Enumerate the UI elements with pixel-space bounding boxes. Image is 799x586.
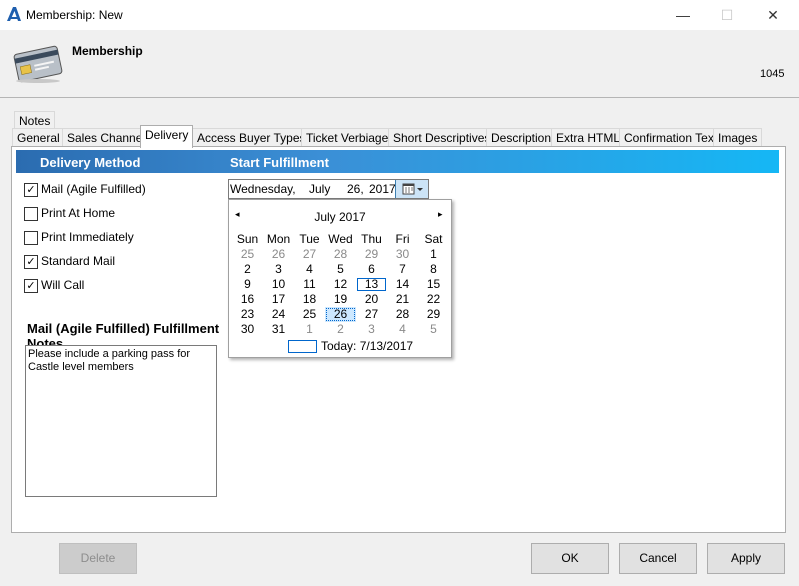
- fulfillment-notes-heading: Mail (Agile Fulfilled) Fulfillment Notes: [27, 321, 220, 345]
- tab-access-buyer-types[interactable]: Access Buyer Types: [192, 128, 311, 147]
- calendar-day[interactable]: 2: [325, 322, 356, 337]
- checkbox-label: Print Immediately: [41, 230, 134, 244]
- today-link[interactable]: Today: 7/13/2017: [321, 339, 413, 353]
- fulfillment-notes-textarea[interactable]: Please include a parking pass for Castle…: [25, 345, 217, 497]
- window-title: Membership: New: [26, 8, 123, 22]
- calendar-day[interactable]: 14: [387, 277, 418, 292]
- calendar-day[interactable]: 27: [356, 307, 387, 322]
- calendar-day-today[interactable]: 13: [356, 277, 387, 292]
- date-day-of-week[interactable]: Wednesday,: [230, 182, 296, 196]
- tab-ticket-verbiage[interactable]: Ticket Verbiage: [301, 128, 394, 147]
- weekday-header: Thu: [361, 232, 382, 246]
- delete-button[interactable]: Delete: [59, 543, 137, 574]
- checkbox-label: Print At Home: [41, 206, 116, 220]
- tab-images[interactable]: Images: [713, 128, 763, 147]
- calendar-day[interactable]: 21: [387, 292, 418, 307]
- calendar-day[interactable]: 1: [294, 322, 325, 337]
- calendar-day[interactable]: 22: [418, 292, 449, 307]
- calendar-day[interactable]: 28: [387, 307, 418, 322]
- calendar-month-label[interactable]: July 2017: [229, 210, 451, 224]
- calendar-day[interactable]: 3: [356, 322, 387, 337]
- calendar-day[interactable]: 18: [294, 292, 325, 307]
- calendar-day[interactable]: 26: [263, 247, 294, 262]
- tab-delivery[interactable]: Delivery: [140, 125, 194, 148]
- tab-sales-channel[interactable]: Sales Channel: [62, 128, 151, 147]
- weekday-header: Mon: [266, 232, 291, 246]
- calendar-day[interactable]: 30: [232, 322, 263, 337]
- calendar-day[interactable]: 4: [387, 322, 418, 337]
- apply-button[interactable]: Apply: [707, 543, 785, 574]
- calendar-day[interactable]: 7: [387, 262, 418, 277]
- calendar-day-selected[interactable]: 26: [325, 307, 356, 322]
- record-id: 1045: [760, 68, 785, 80]
- calendar-day[interactable]: 8: [418, 262, 449, 277]
- checkbox-label: Standard Mail: [41, 254, 116, 268]
- ok-button[interactable]: OK: [531, 543, 609, 574]
- calendar-day[interactable]: 12: [325, 277, 356, 292]
- calendar-day[interactable]: 2: [232, 262, 263, 277]
- calendar-day[interactable]: 5: [325, 262, 356, 277]
- calendar-day[interactable]: 10: [263, 277, 294, 292]
- weekday-header: Wed: [328, 232, 353, 246]
- calendar-day[interactable]: 15: [418, 277, 449, 292]
- calendar-day[interactable]: 25: [294, 307, 325, 322]
- tab-extra-html[interactable]: Extra HTML: [551, 128, 626, 147]
- calendar-day[interactable]: 20: [356, 292, 387, 307]
- calendar-day[interactable]: 29: [356, 247, 387, 262]
- calendar-day[interactable]: 9: [232, 277, 263, 292]
- checkbox-box[interactable]: ✓: [24, 279, 38, 293]
- start-fulfillment-header: Start Fulfillment: [230, 155, 329, 170]
- calendar-day[interactable]: 5: [418, 322, 449, 337]
- checkbox-box[interactable]: ✓: [24, 255, 38, 269]
- calendar-day[interactable]: 23: [232, 307, 263, 322]
- next-month-icon[interactable]: ▸: [438, 209, 443, 220]
- date-year[interactable]: 2017: [369, 182, 396, 196]
- calendar-day[interactable]: 24: [263, 307, 294, 322]
- today-marker-icon[interactable]: [288, 340, 317, 353]
- membership-card-icon: [13, 45, 63, 83]
- weekday-header: Fri: [395, 232, 410, 246]
- checkbox-label: Mail (Agile Fulfilled): [41, 182, 146, 196]
- calendar-grid: Sun Mon Tue Wed Thu Fri Sat 25 26 27 28 …: [232, 232, 449, 337]
- cancel-button[interactable]: Cancel: [619, 543, 697, 574]
- calendar-day[interactable]: 31: [263, 322, 294, 337]
- delivery-method-header: Delivery Method: [40, 155, 141, 170]
- fulfillment-notes-text: Please include a parking pass for Castle…: [28, 348, 191, 373]
- calendar-day[interactable]: 25: [232, 247, 263, 262]
- checkbox-box[interactable]: [24, 207, 38, 221]
- tab-confirmation-text[interactable]: Confirmation Text: [619, 128, 723, 147]
- calendar-day[interactable]: 29: [418, 307, 449, 322]
- calendar-popup: ◂ July 2017 ▸ Sun Mon Tue Wed Thu Fri Sa…: [228, 199, 452, 358]
- start-fulfillment-date-picker[interactable]: Wednesday, July 26, 2017: [228, 179, 429, 199]
- checkbox-box[interactable]: ✓: [24, 183, 38, 197]
- close-button[interactable]: ✕: [750, 0, 796, 30]
- tab-general[interactable]: General: [12, 128, 65, 147]
- tab-short-descriptives[interactable]: Short Descriptives: [388, 128, 496, 147]
- calendar-day[interactable]: 19: [325, 292, 356, 307]
- form-header: [0, 30, 799, 98]
- header-title: Membership: [72, 44, 143, 58]
- maximize-button[interactable]: ☐: [704, 0, 750, 30]
- calendar-day[interactable]: 17: [263, 292, 294, 307]
- weekday-header: Sat: [424, 232, 443, 246]
- calendar-day[interactable]: 6: [356, 262, 387, 277]
- tab-description[interactable]: Description: [486, 128, 557, 147]
- date-day[interactable]: 26,: [347, 182, 364, 196]
- calendar-day[interactable]: 11: [294, 277, 325, 292]
- minimize-button[interactable]: —: [660, 0, 706, 30]
- checkbox-box[interactable]: [24, 231, 38, 245]
- calendar-day[interactable]: 3: [263, 262, 294, 277]
- date-month[interactable]: July: [309, 182, 330, 196]
- calendar-dropdown-icon[interactable]: [395, 180, 428, 198]
- calendar-day[interactable]: 30: [387, 247, 418, 262]
- weekday-header: Sun: [236, 232, 259, 246]
- weekday-header: Tue: [299, 232, 320, 246]
- calendar-day[interactable]: 4: [294, 262, 325, 277]
- app-logo-icon: [7, 7, 21, 21]
- calendar-day[interactable]: 27: [294, 247, 325, 262]
- calendar-day[interactable]: 16: [232, 292, 263, 307]
- calendar-day[interactable]: 1: [418, 247, 449, 262]
- calendar-day[interactable]: 28: [325, 247, 356, 262]
- checkbox-label: Will Call: [41, 278, 85, 292]
